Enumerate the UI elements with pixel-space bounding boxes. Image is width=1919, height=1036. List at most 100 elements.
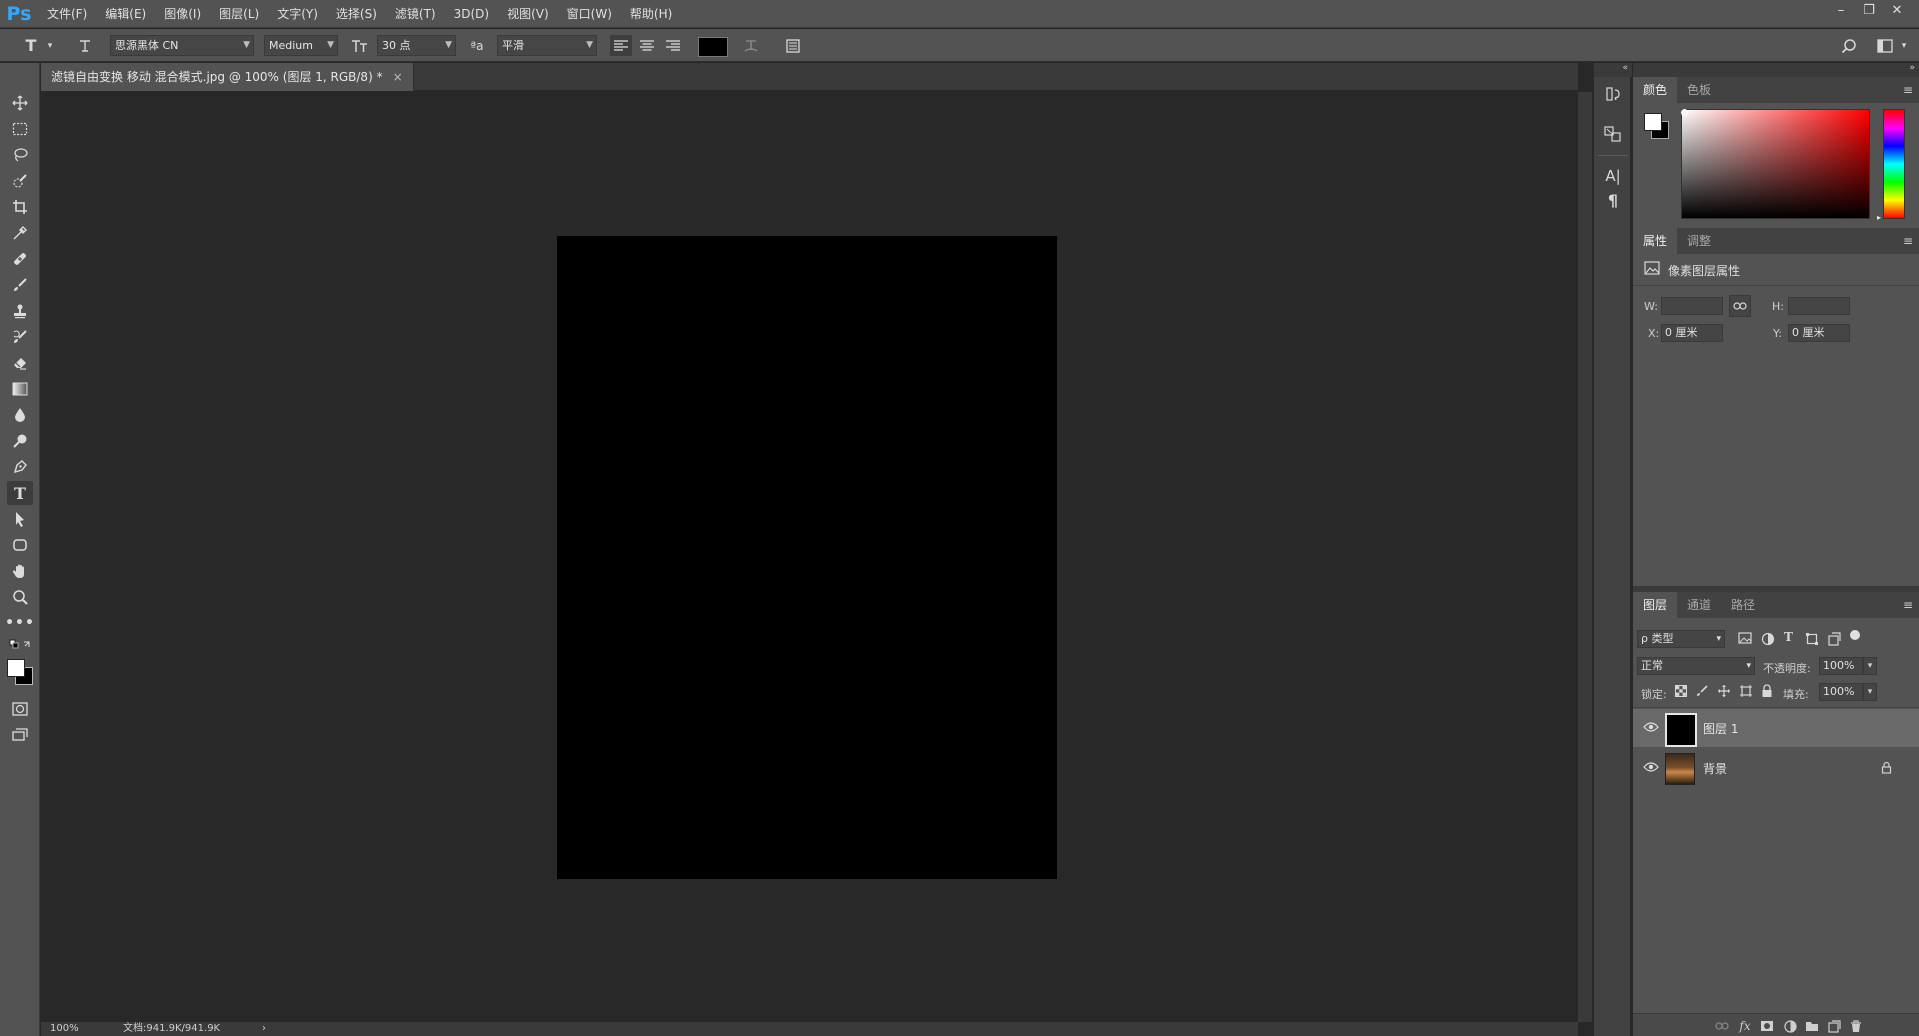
font-style-select[interactable]: Medium ▼ (264, 35, 338, 56)
lock-transparent-pixels-icon[interactable] (1675, 685, 1687, 697)
close-tab-icon[interactable]: × (393, 63, 403, 91)
menu-item-2[interactable]: 图像(I) (155, 0, 210, 28)
document-canvas[interactable] (557, 236, 1057, 879)
menu-item-4[interactable]: 文字(Y) (268, 0, 327, 28)
blend-mode-select[interactable]: 正常 ▾ (1637, 657, 1755, 675)
foreground-color-swatch[interactable] (7, 659, 25, 677)
history-panel-icon[interactable] (1602, 83, 1624, 105)
new-layer-icon[interactable] (1825, 1018, 1843, 1034)
move-tool-icon[interactable] (7, 91, 33, 115)
quick-mask-icon[interactable] (7, 697, 33, 721)
tab-color[interactable]: 颜色 (1633, 77, 1678, 103)
properties-panel-icon[interactable] (1602, 123, 1624, 145)
history-brush-tool-icon[interactable] (7, 325, 33, 349)
color-panel-foreground-swatch[interactable] (1644, 113, 1662, 131)
align-center-icon[interactable] (636, 35, 658, 56)
marquee-tool-icon[interactable] (7, 117, 33, 141)
filter-shape-layers-icon[interactable] (1805, 632, 1819, 646)
align-left-icon[interactable] (610, 35, 632, 56)
width-field[interactable] (1661, 297, 1723, 315)
pen-tool-icon[interactable] (7, 455, 33, 479)
text-color-swatch[interactable] (698, 37, 728, 57)
tab-layers[interactable]: 图层 (1633, 592, 1678, 618)
font-size-select[interactable]: 30 点 ▼ (377, 35, 456, 56)
hue-slider-handle-icon[interactable]: ▸ (1877, 213, 1881, 222)
menu-item-6[interactable]: 滤镜(T) (386, 0, 445, 28)
paragraph-panel-icon[interactable]: ¶ (1602, 189, 1624, 211)
photoshop-logo[interactable]: Ps (0, 0, 38, 28)
menu-item-0[interactable]: 文件(F) (38, 0, 96, 28)
menu-item-3[interactable]: 图层(L) (210, 0, 268, 28)
layer-filter-kind-select[interactable]: ρ 类型 ▾ (1637, 630, 1725, 648)
crop-tool-icon[interactable] (7, 195, 33, 219)
panel-menu-icon[interactable]: ≡ (1903, 77, 1913, 103)
layer-name[interactable]: 背景 (1703, 760, 1727, 777)
restore-button[interactable]: ❐ (1855, 0, 1883, 20)
default-colors-icon[interactable] (7, 637, 33, 653)
clone-stamp-tool-icon[interactable] (7, 299, 33, 323)
path-selection-tool-icon[interactable] (7, 507, 33, 531)
color-picker-marker[interactable] (1681, 109, 1688, 116)
filter-smart-objects-icon[interactable] (1827, 632, 1841, 646)
menu-item-1[interactable]: 编辑(E) (96, 0, 155, 28)
status-menu-arrow-icon[interactable]: › (262, 1022, 266, 1036)
layer-style-fx-icon[interactable]: fx (1736, 1018, 1754, 1034)
tab-paths[interactable]: 路径 (1721, 592, 1765, 618)
menu-item-10[interactable]: 帮助(H) (621, 0, 681, 28)
font-family-select[interactable]: 思源黑体 CN ▼ (110, 35, 254, 56)
eraser-tool-icon[interactable] (7, 351, 33, 375)
brush-tool-icon[interactable] (7, 273, 33, 297)
menu-item-5[interactable]: 选择(S) (327, 0, 386, 28)
fill-field[interactable]: 100% (1819, 683, 1863, 701)
chevron-down-icon[interactable]: ▾ (1863, 657, 1877, 675)
tab-properties[interactable]: 属性 (1633, 228, 1678, 254)
color-field[interactable] (1681, 109, 1870, 219)
chevron-down-icon[interactable]: ▾ (1863, 683, 1877, 701)
lock-position-icon[interactable] (1717, 684, 1731, 698)
screen-mode-icon[interactable] (7, 723, 33, 747)
panel-menu-icon[interactable]: ≡ (1903, 592, 1913, 618)
link-dimensions-icon[interactable] (1729, 295, 1751, 317)
tab-adjustments[interactable]: 调整 (1677, 228, 1721, 254)
filter-pixel-layers-icon[interactable] (1738, 632, 1752, 646)
menu-item-9[interactable]: 窗口(W) (558, 0, 621, 28)
layer-lock-icon[interactable] (1881, 761, 1893, 775)
menu-item-8[interactable]: 视图(V) (498, 0, 558, 28)
quick-selection-tool-icon[interactable] (7, 169, 33, 193)
more-tools-icon[interactable]: ••• (5, 611, 34, 635)
healing-brush-tool-icon[interactable] (7, 247, 33, 271)
toggle-text-orientation-icon[interactable] (74, 35, 96, 56)
filter-type-layers-icon[interactable]: T (1784, 630, 1798, 646)
character-panel-icon[interactable] (782, 35, 804, 56)
tab-swatches[interactable]: 色板 (1677, 77, 1721, 103)
height-field[interactable] (1788, 297, 1850, 315)
add-mask-icon[interactable] (1758, 1018, 1776, 1034)
rectangle-tool-icon[interactable] (7, 533, 33, 557)
layer-name[interactable]: 图层 1 (1703, 720, 1738, 737)
type-tool-preset-icon[interactable]: T (18, 35, 44, 56)
menu-item-7[interactable]: 3D(D) (445, 0, 498, 28)
vertical-scrollbar[interactable] (1578, 92, 1592, 1022)
layer-row-layer1[interactable]: 图层 1 (1633, 709, 1919, 747)
search-icon[interactable] (1838, 35, 1860, 56)
workspace-icon[interactable] (1874, 35, 1896, 56)
hue-slider[interactable] (1883, 109, 1905, 219)
eyedropper-tool-icon[interactable] (7, 221, 33, 245)
warp-text-icon[interactable] (740, 35, 762, 56)
panel-menu-icon[interactable]: ≡ (1903, 228, 1913, 254)
x-field[interactable]: 0 厘米 (1661, 324, 1723, 342)
zoom-level[interactable]: 100% (50, 1022, 79, 1036)
opacity-field[interactable]: 100% (1819, 657, 1863, 675)
zoom-tool-icon[interactable] (7, 585, 33, 609)
new-adjustment-layer-icon[interactable] (1781, 1018, 1799, 1034)
close-window-button[interactable]: ✕ (1883, 0, 1911, 20)
chevron-down-icon[interactable]: ▾ (1898, 35, 1910, 56)
document-tab[interactable]: 滤镜自由变换 移动 混合模式.jpg @ 100% (图层 1, RGB/8) … (41, 63, 414, 91)
lock-image-pixels-icon[interactable] (1696, 685, 1708, 697)
filter-toggle-icon[interactable] (1850, 630, 1860, 640)
link-layers-icon[interactable] (1713, 1018, 1731, 1034)
lock-artboard-icon[interactable] (1739, 684, 1753, 698)
align-right-icon[interactable] (662, 35, 684, 56)
filter-adjustment-layers-icon[interactable] (1761, 632, 1775, 646)
lasso-tool-icon[interactable] (7, 143, 33, 167)
